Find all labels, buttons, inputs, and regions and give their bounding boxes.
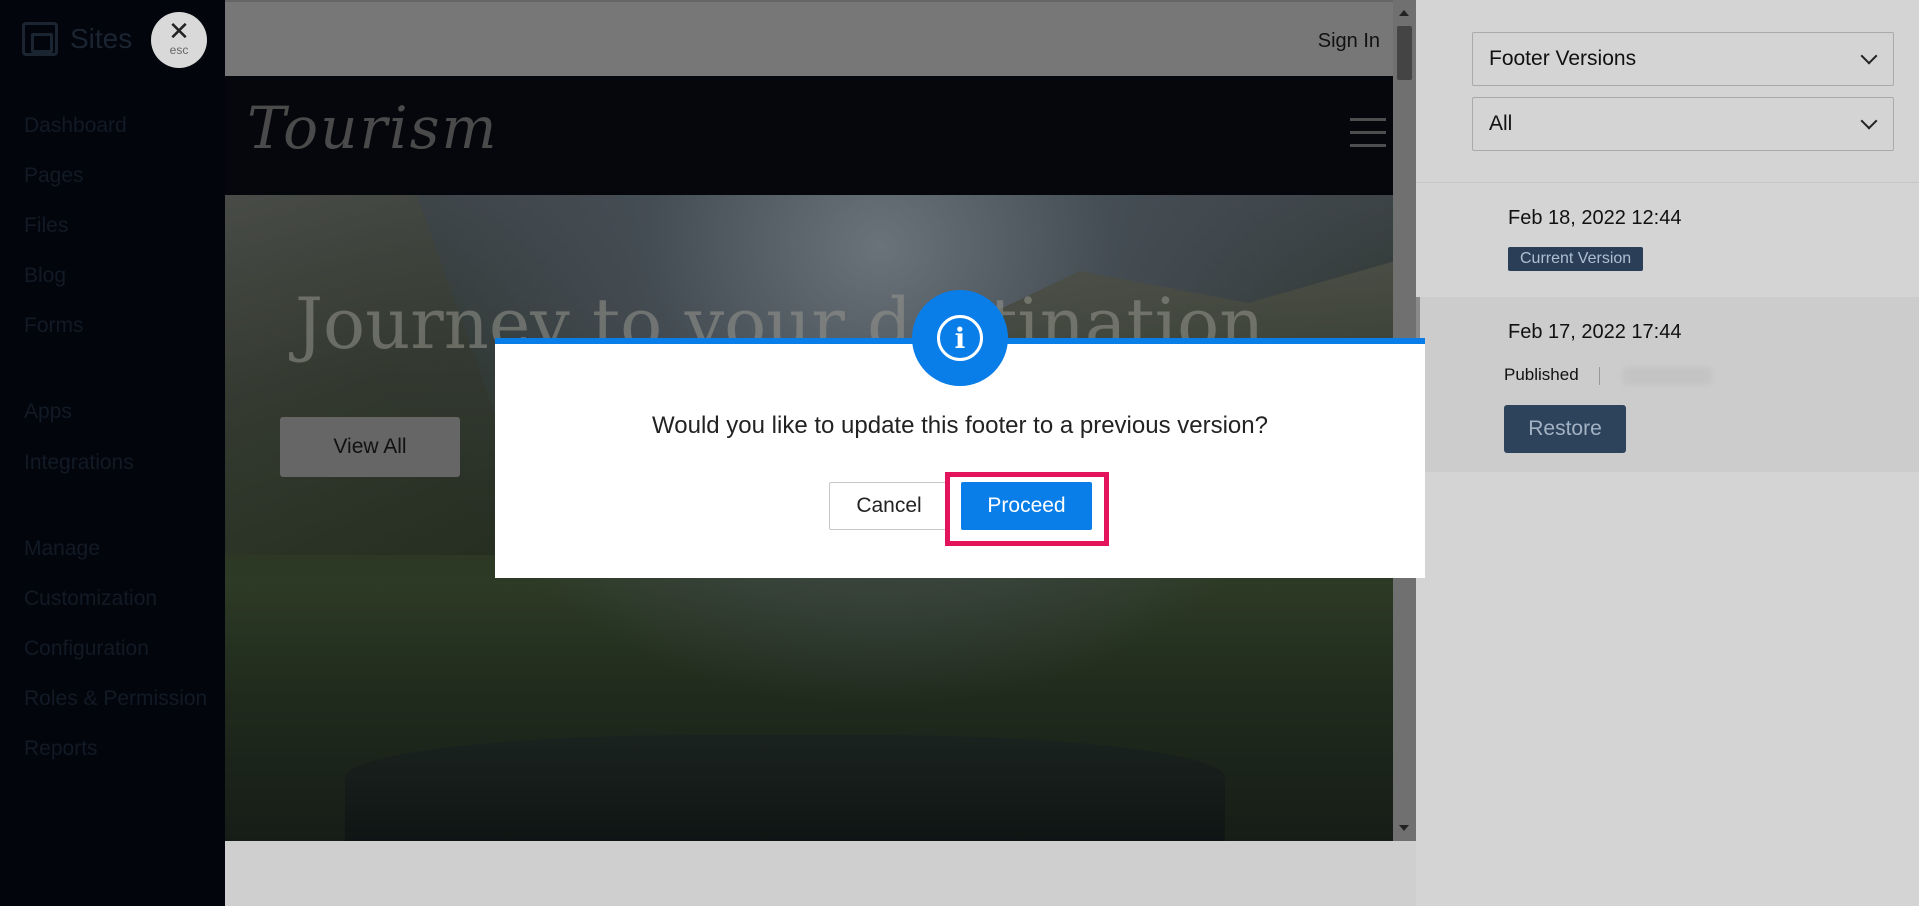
scrollbar-thumb[interactable] [1397, 26, 1412, 80]
sidebar-item-apps[interactable]: Apps [24, 400, 72, 424]
sidebar-item-roles-permission[interactable]: Roles & Permission [24, 687, 207, 711]
chevron-down-icon [1860, 112, 1878, 130]
sidebar-item-customization[interactable]: Customization [24, 587, 157, 611]
proceed-button[interactable]: Proceed [961, 482, 1092, 530]
scroll-down-icon[interactable] [1399, 825, 1409, 831]
version-date: Feb 18, 2022 12:44 [1508, 207, 1682, 229]
brand: Sites [22, 22, 132, 56]
sidebar-item-files[interactable]: Files [24, 214, 68, 238]
hero-lake [345, 735, 1225, 841]
footer-versions-select-value: Footer Versions [1489, 47, 1637, 70]
esc-close-button[interactable]: ✕ esc [151, 12, 207, 68]
sites-logo-icon [22, 22, 58, 56]
current-version-badge: Current Version [1508, 247, 1644, 271]
chevron-down-icon [1860, 47, 1878, 65]
hamburger-menu-icon[interactable] [1350, 118, 1386, 157]
sidebar-item-configuration[interactable]: Configuration [24, 637, 149, 661]
version-filter-select[interactable]: All [1472, 97, 1894, 151]
close-icon: ✕ [168, 16, 190, 46]
site-header: Tourism [225, 76, 1416, 195]
dialog-message: Would you like to update this footer to … [652, 412, 1268, 439]
esc-label: esc [169, 43, 189, 57]
view-all-button[interactable]: View All [280, 417, 460, 477]
sidebar-item-manage[interactable]: Manage [24, 537, 100, 561]
footer-versions-select[interactable]: Footer Versions [1472, 32, 1894, 86]
blurred-author [1622, 367, 1712, 385]
sidebar-item-dashboard[interactable]: Dashboard [24, 114, 127, 138]
scroll-up-icon[interactable] [1399, 10, 1409, 16]
version-filter-select-value: All [1489, 112, 1513, 135]
confirm-dialog: i Would you like to update this footer t… [495, 290, 1425, 578]
sidebar-item-blog[interactable]: Blog [24, 264, 66, 288]
restore-button[interactable]: Restore [1504, 405, 1626, 453]
published-status: Published [1504, 365, 1579, 384]
info-icon: i [912, 290, 1008, 386]
site-logo-text: Tourism [247, 94, 499, 162]
brand-name: Sites [70, 23, 133, 54]
sign-in-link[interactable]: Sign In [1318, 30, 1380, 53]
sidebar-item-forms[interactable]: Forms [24, 314, 84, 338]
sidebar-item-pages[interactable]: Pages [24, 164, 84, 188]
sidebar-item-reports[interactable]: Reports [24, 737, 98, 761]
sidebar: Sites ✕ esc Dashboard Pages Files Blog F… [0, 0, 225, 906]
preview-bottom-strip [225, 841, 1416, 906]
version-item-selected[interactable]: Feb 17, 2022 17:44 Published Restore [1416, 297, 1919, 472]
versions-panel: Footer Versions All Feb 18, 2022 12:44 C… [1416, 0, 1919, 906]
version-date: Feb 17, 2022 17:44 [1508, 321, 1682, 343]
info-icon-glyph: i [937, 315, 983, 361]
sidebar-item-integrations[interactable]: Integrations [24, 451, 134, 475]
version-item[interactable]: Feb 18, 2022 12:44 Current Version [1416, 183, 1919, 297]
preview-topbar: Sign In [225, 0, 1416, 76]
cancel-button[interactable]: Cancel [829, 482, 949, 530]
status-separator [1599, 367, 1600, 385]
